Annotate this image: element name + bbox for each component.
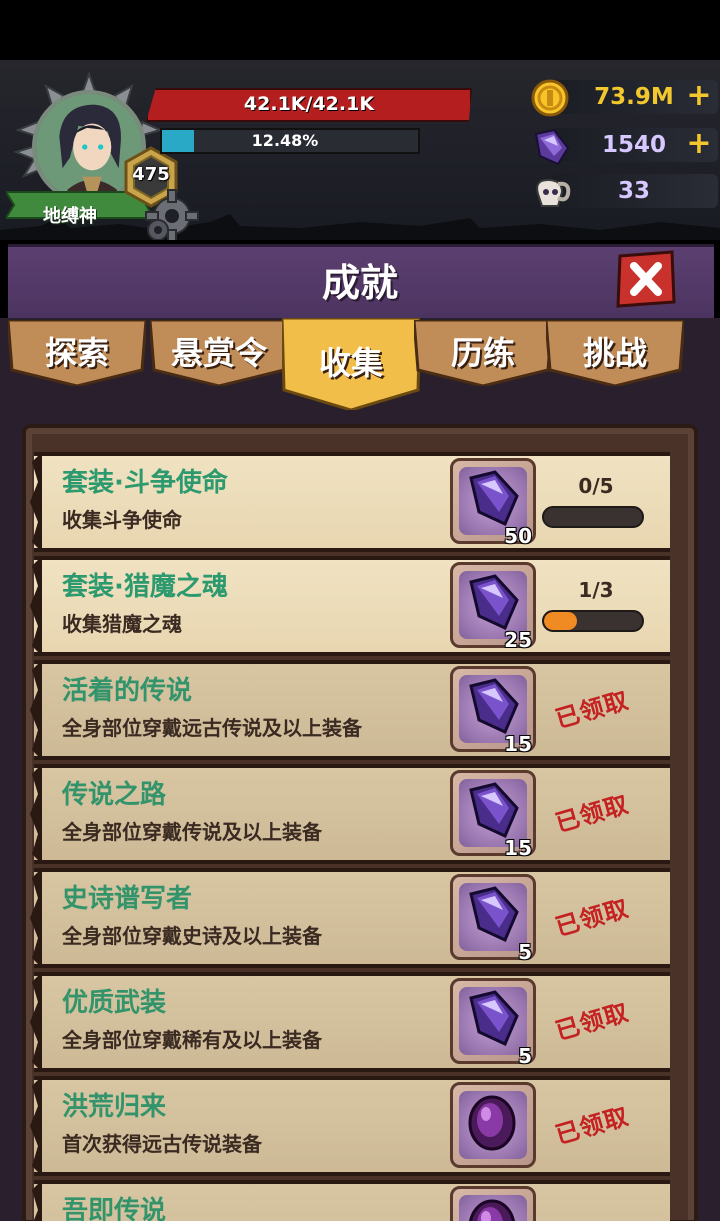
card-edge (30, 660, 42, 760)
tab-explore[interactable]: 探索 (8, 320, 146, 386)
achievement-title: 传说之路 (62, 780, 167, 810)
tab-label: 挑战 (582, 334, 647, 372)
tab-challenge[interactable]: 挑战 (546, 320, 684, 386)
reward-count: 50 (504, 524, 532, 548)
achievement-card[interactable]: 活着的传说 全身部位穿戴远古传说及以上装备 15 已领取 (30, 660, 670, 760)
player-level: 475 (132, 164, 170, 185)
card-edge (30, 556, 42, 656)
tab-label: 探索 (44, 334, 109, 372)
settings-gear-icon[interactable] (142, 186, 202, 240)
achievement-card[interactable]: 套装·斗争使命收集斗争使命 50 0/5 (30, 452, 670, 552)
tab-training[interactable]: 历练 (414, 320, 552, 386)
crystal-add-button[interactable]: + (684, 129, 714, 160)
gold-add-button[interactable]: + (684, 81, 714, 112)
card-edge (30, 452, 42, 552)
tab-bounty[interactable]: 悬赏令 (150, 320, 288, 386)
progress-bar (542, 506, 644, 528)
crystal-counter: 1540 + (528, 126, 718, 166)
reward-count: 5 (518, 940, 532, 964)
tab-label: 收集 (318, 344, 383, 382)
progress-fill (544, 612, 577, 630)
card-edge (32, 1180, 42, 1221)
achievement-desc: 全身部位穿戴传说及以上装备 (62, 820, 322, 844)
reward-slot[interactable]: 15 (450, 666, 536, 756)
achievement-title: 优质武装 (62, 988, 167, 1018)
achievement-card[interactable]: 洪荒归来 首次获得远古传说装备 已领取 (30, 1076, 670, 1176)
reward-slot[interactable]: 25 (450, 562, 536, 652)
achievement-desc: 全身部位穿戴稀有及以上装备 (62, 1028, 322, 1052)
achievement-desc: 收集猎魔之魂 (62, 612, 182, 636)
ram-skull-counter: 33 (528, 172, 718, 210)
ram-skull-icon (536, 178, 571, 207)
health-text: 42.1K/42.1K (243, 93, 375, 115)
crystal-icon (469, 678, 519, 735)
reward-count: 15 (504, 732, 532, 756)
achievement-title: 套装·斗争使命 (62, 468, 228, 498)
reward-slot[interactable]: 5 (450, 978, 536, 1068)
reward-slot[interactable] (450, 1082, 536, 1168)
crystal-value: 1540 (601, 132, 666, 158)
reward-slot[interactable]: 50 (450, 458, 536, 548)
crystal-icon (534, 128, 570, 166)
card-edge (30, 868, 42, 968)
tab-label: 历练 (450, 334, 515, 372)
achievement-desc: 全身部位穿戴史诗及以上装备 (62, 924, 322, 948)
crystal-icon (469, 574, 519, 631)
progress-text: 1/3 (578, 578, 614, 602)
achievement-title: 吾即传说 (62, 1196, 167, 1221)
achievement-card[interactable]: 套装·猎魔之魂收集猎魔之魂 25 1/3 (30, 556, 670, 656)
achievement-desc: 全身部位穿戴远古传说及以上装备 (62, 716, 362, 740)
achievement-card[interactable]: 史诗谱写者 全身部位穿戴史诗及以上装备 5 已领取 (30, 868, 670, 968)
card-edge (30, 972, 42, 1072)
ram-skull-value: 33 (617, 178, 650, 204)
top-hud: 475 地缚神 42.1K/42.1K 12.48% 73.9M + 1540 … (0, 60, 720, 240)
achievement-desc: 首次获得远古传说装备 (62, 1132, 262, 1156)
reward-count: 15 (504, 836, 532, 860)
crystal-icon (469, 886, 519, 943)
crystal-icon (469, 470, 519, 527)
card-edge (30, 1076, 42, 1176)
progress-bar (542, 610, 644, 632)
reward-slot[interactable]: 5 (450, 874, 536, 964)
crystal-icon (469, 990, 519, 1047)
achievement-card[interactable]: 优质武装 全身部位穿戴稀有及以上装备 5 已领取 (30, 972, 670, 1072)
achievement-card[interactable]: 吾即传说 (32, 1180, 670, 1221)
achievement-title: 洪荒归来 (62, 1092, 167, 1122)
card-edge (30, 764, 42, 864)
gold-value: 73.9M (594, 84, 674, 110)
close-button[interactable] (614, 250, 678, 308)
experience-text: 12.48% (251, 131, 319, 150)
gold-coin-icon (531, 79, 569, 117)
reward-count: 5 (518, 1044, 532, 1068)
tab-collection[interactable]: 收集 (282, 318, 420, 410)
player-name: 地缚神 (43, 206, 97, 227)
reward-slot[interactable]: 15 (450, 770, 536, 860)
reward-count: 25 (504, 628, 532, 652)
reward-slot[interactable] (450, 1186, 536, 1221)
crystal-icon (469, 782, 519, 839)
achievement-title: 史诗谱写者 (62, 884, 193, 914)
achievement-card[interactable]: 传说之路 全身部位穿戴传说及以上装备 15 已领取 (30, 764, 670, 864)
purple-gem-icon (469, 1199, 515, 1221)
progress-text: 0/5 (578, 474, 614, 498)
achievement-desc: 收集斗争使命 (62, 508, 182, 532)
gold-counter: 73.9M + (528, 78, 718, 117)
achievement-title: 活着的传说 (62, 676, 193, 706)
purple-gem-icon (468, 1095, 516, 1151)
tab-label: 悬赏令 (170, 334, 267, 372)
achievement-title: 套装·猎魔之魂 (62, 572, 228, 602)
page-title: 成就 (321, 261, 398, 305)
